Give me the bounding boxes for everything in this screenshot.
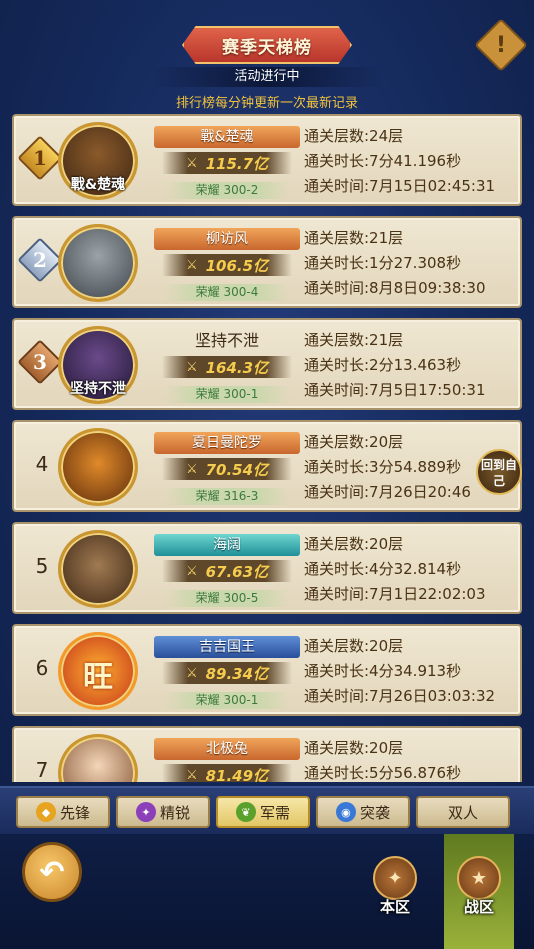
time-text: 通关时间:7月26日03:03:32	[304, 687, 496, 705]
stats: 通关层数:20层 通关时长:4分32.814秒 通关时间:7月1日22:02:0…	[304, 532, 524, 607]
tab-supplies[interactable]: ❦ 军需	[216, 796, 310, 828]
trophy-icon: ★	[457, 856, 501, 900]
avatar[interactable]	[58, 224, 138, 302]
time-text: 通关时间:7月1日22:02:03	[304, 585, 486, 603]
power-value: ⚔ 164.3亿	[162, 356, 292, 378]
vortex-icon: ◉	[335, 802, 356, 822]
power-value: ⚔ 106.5亿	[162, 254, 292, 276]
claw-icon: ✦	[135, 802, 156, 822]
layers-text: 通关层数:20层	[304, 739, 404, 757]
layers-text: 通关层数:20层	[304, 637, 404, 655]
local-server-button[interactable]: ✦ 本区	[360, 834, 430, 949]
return-to-self-button[interactable]: 回到自己	[476, 449, 522, 495]
player-name: 坚持不泄	[194, 331, 259, 350]
power-value: ⚔ 115.7亿	[162, 152, 292, 174]
ranking-row[interactable]: 3 坚持不泄 坚持不泄 ⚔ 164.3亿 荣耀 300-1 通关层数:21层 通关…	[12, 318, 522, 410]
ranking-row[interactable]: 6 旺 吉吉国王 ⚔ 89.34亿 荣耀 300-1 通关层数:20层 通关时长:…	[12, 624, 522, 716]
duration-text: 通关时长:4分32.814秒	[304, 560, 462, 578]
ranking-row[interactable]: 7 北极兔 ⚔ 81.49亿 通关层数:20层 通关时长:5分56.876秒	[12, 726, 522, 782]
ranking-list[interactable]: 1 戰&楚魂 戰&楚魂 ⚔ 115.7亿 荣耀 300-2 通关层数:24层 通关…	[0, 112, 534, 782]
back-button[interactable]: ↶	[22, 842, 82, 902]
local-server-label: 本区	[379, 898, 410, 916]
stats: 通关层数:20层 通关时长:4分34.913秒 通关时间:7月26日03:03:…	[304, 634, 524, 709]
tab-raid[interactable]: ◉ 突袭	[316, 796, 410, 828]
player-name: 吉吉国王	[154, 636, 300, 658]
avatar[interactable]	[58, 428, 138, 506]
sword-icon: ⚔	[185, 359, 198, 375]
rank-number: 6	[35, 656, 49, 680]
shield-icon: ◆	[35, 802, 56, 822]
war-zone-button[interactable]: ★ 战区	[444, 834, 514, 949]
sword-icon: ⚔	[185, 563, 198, 579]
server-emblem-icon: ✦	[373, 856, 417, 900]
update-note: 排行榜每分钟更新一次最新记录	[175, 96, 358, 111]
layers-text: 通关层数:20层	[304, 535, 404, 553]
layers-text: 通关层数:21层	[304, 229, 404, 247]
sword-icon: ⚔	[185, 767, 198, 783]
sword-icon: ⚔	[185, 155, 198, 171]
server-label: 荣耀 300-1	[164, 386, 290, 403]
back-arrow-icon: ↶	[39, 854, 65, 890]
stats: 通关层数:20层 通关时长:5分56.876秒	[304, 736, 524, 782]
ranking-row[interactable]: 1 戰&楚魂 戰&楚魂 ⚔ 115.7亿 荣耀 300-2 通关层数:24层 通关…	[12, 114, 522, 206]
duration-text: 通关时长:1分27.308秒	[304, 254, 462, 272]
ranking-row[interactable]: 4 夏日曼陀罗 ⚔ 70.54亿 荣耀 316-3 通关层数:20层 通关时长:3…	[12, 420, 522, 512]
rank-number: 4	[35, 452, 49, 476]
duration-text: 通关时长:5分56.876秒	[304, 764, 462, 782]
layers-text: 通关层数:21层	[304, 331, 404, 349]
avatar-name: 坚持不泄	[70, 381, 126, 397]
layers-text: 通关层数:24层	[304, 127, 404, 145]
tab-elite[interactable]: ✦ 精锐	[116, 796, 210, 828]
war-zone-label: 战区	[463, 898, 494, 916]
time-text: 通关时间:8月8日09:38:30	[304, 279, 486, 297]
stats: 通关层数:21层 通关时长:2分13.463秒 通关时间:7月5日17:50:3…	[304, 328, 524, 403]
tab-vanguard[interactable]: ◆ 先锋	[16, 796, 110, 828]
page-title: 赛季天梯榜	[182, 26, 352, 64]
server-label: 荣耀 316-3	[164, 488, 290, 505]
avatar-name: 戰&楚魂	[70, 177, 126, 193]
server-label: 荣耀 300-2	[164, 182, 290, 199]
player-name: 海阔	[154, 534, 300, 556]
player-name: 柳访风	[154, 228, 300, 250]
ranking-row[interactable]: 2 柳访风 ⚔ 106.5亿 荣耀 300-4 通关层数:21层 通关时长:1分2…	[12, 216, 522, 308]
duration-text: 通关时长:2分13.463秒	[304, 356, 462, 374]
sword-icon: ⚔	[185, 461, 198, 477]
stats: 通关层数:24层 通关时长:7分41.196秒 通关时间:7月15日02:45:…	[304, 124, 524, 199]
bottom-bar: ↶ ✦ 本区 ★ 战区	[0, 834, 534, 949]
category-tabs: ◆ 先锋 ✦ 精锐 ❦ 军需 ◉ 突袭 双人	[0, 786, 534, 834]
leaf-icon: ❦	[235, 802, 256, 822]
server-label: 荣耀 300-1	[164, 692, 290, 709]
player-name: 戰&楚魂	[154, 126, 300, 148]
rank-badge-silver: 2	[17, 237, 63, 283]
power-value: ⚔ 81.49亿	[162, 764, 292, 782]
stats: 通关层数:21层 通关时长:1分27.308秒 通关时间:8月8日09:38:3…	[304, 226, 524, 301]
tab-duo[interactable]: 双人	[416, 796, 510, 828]
exclamation-icon: !	[495, 32, 507, 58]
power-value: ⚔ 89.34亿	[162, 662, 292, 684]
duration-text: 通关时长:4分34.913秒	[304, 662, 462, 680]
time-text: 通关时间:7月15日02:45:31	[304, 177, 496, 195]
rank-number: 5	[35, 554, 49, 578]
sword-icon: ⚔	[185, 665, 198, 681]
power-value: ⚔ 67.63亿	[162, 560, 292, 582]
duration-text: 通关时长:7分41.196秒	[304, 152, 462, 170]
server-label: 荣耀 300-4	[164, 284, 290, 301]
sword-icon: ⚔	[185, 257, 198, 273]
avatar-name: 旺	[83, 660, 113, 695]
page-title-text: 赛季天梯榜	[222, 37, 312, 58]
ranking-row[interactable]: 5 海阔 ⚔ 67.63亿 荣耀 300-5 通关层数:20层 通关时长:4分32…	[12, 522, 522, 614]
rank-number: 7	[35, 758, 49, 782]
time-text: 通关时间:7月5日17:50:31	[304, 381, 486, 399]
server-label: 荣耀 300-5	[164, 590, 290, 607]
avatar[interactable]	[58, 734, 138, 782]
power-value: ⚔ 70.54亿	[162, 458, 292, 480]
avatar[interactable]	[58, 530, 138, 608]
status-banner: 活动进行中	[150, 67, 384, 87]
player-name: 北极兔	[154, 738, 300, 760]
player-name: 夏日曼陀罗	[154, 432, 300, 454]
